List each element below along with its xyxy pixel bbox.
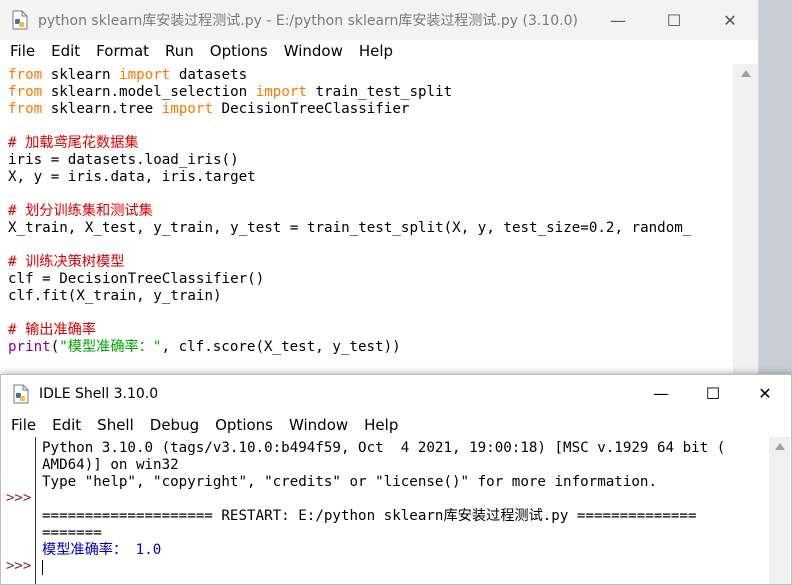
code-token: from — [8, 67, 43, 83]
code-line[interactable]: # 训练决策树模型 — [8, 254, 691, 271]
code-line[interactable] — [8, 305, 691, 322]
code-token: import — [119, 67, 171, 83]
minimize-button[interactable]: — — [635, 374, 687, 412]
close-button[interactable]: ✕ — [702, 0, 758, 40]
code-token: # 训练决策树模型 — [8, 254, 125, 270]
menu-run[interactable]: Run — [157, 40, 202, 62]
shell-line: Python 3.10.0 (tags/v3.10.0:b494f59, Oct… — [42, 440, 726, 456]
code-line[interactable]: clf = DecisionTreeClassifier() — [8, 271, 691, 288]
scroll-up-icon[interactable] — [775, 443, 785, 450]
editor-title: python sklearn库安装过程测试.py - E:/python skl… — [38, 13, 578, 29]
minimize-button[interactable]: — — [590, 0, 646, 40]
maximize-button[interactable]: ☐ — [687, 374, 739, 412]
code-line[interactable] — [8, 186, 691, 203]
maximize-button[interactable]: ☐ — [646, 0, 702, 40]
code-token: ( — [50, 339, 60, 355]
code-token: clf = DecisionTreeClassifier() — [8, 271, 265, 287]
shell-prompt: >>> — [6, 490, 32, 506]
shell-window-controls: — ☐ ✕ — [635, 374, 791, 414]
shell-output[interactable]: >>> >>> Python 3.10.0 (tags/v3.10.0:b494… — [1, 437, 769, 584]
code-token: # 划分训练集和测试集 — [8, 203, 153, 219]
menu-help[interactable]: Help — [351, 40, 401, 62]
code-line[interactable]: # 划分训练集和测试集 — [8, 203, 691, 220]
shell-text[interactable]: Python 3.10.0 (tags/v3.10.0:b494f59, Oct… — [42, 440, 725, 576]
code-line[interactable]: X, y = iris.data, iris.target — [8, 169, 691, 186]
code-line[interactable]: clf.fit(X_train, y_train) — [8, 288, 691, 305]
shell-line: AMD64)] on win32 — [42, 457, 179, 473]
menu-edit[interactable]: Edit — [43, 40, 88, 62]
menu-format[interactable]: Format — [88, 40, 157, 62]
editor-titlebar[interactable]: python sklearn库安装过程测试.py - E:/python skl… — [0, 0, 758, 40]
code-line[interactable] — [8, 237, 691, 254]
code-line[interactable]: # 加载鸢尾花数据集 — [8, 135, 691, 152]
python-file-icon — [10, 10, 30, 30]
gutter-divider — [35, 437, 36, 584]
menu-window[interactable]: Window — [281, 414, 356, 436]
menu-debug[interactable]: Debug — [142, 414, 207, 436]
shell-line: 模型准确率： 1.0 — [42, 542, 162, 558]
close-button[interactable]: ✕ — [739, 374, 791, 412]
prompt-gutter: >>> >>> — [1, 437, 35, 584]
shell-scrollbar[interactable] — [769, 437, 790, 584]
code-token: from — [8, 101, 43, 117]
code-token: , clf.score(X_test, y_test)) — [161, 339, 401, 355]
code-token: from — [8, 84, 43, 100]
code-line[interactable]: # 输出准确率 — [8, 322, 691, 339]
editor-scrollbar[interactable] — [733, 64, 758, 394]
code-token: sklearn — [42, 67, 120, 83]
code-token: iris = datasets.load_iris() — [8, 152, 239, 168]
menu-file[interactable]: File — [2, 40, 43, 62]
shell-titlebar[interactable]: IDLE Shell 3.10.0 — ☐ ✕ — [1, 375, 791, 413]
code-token: sklearn.tree — [42, 101, 162, 117]
code-token: # 加载鸢尾花数据集 — [8, 135, 139, 151]
editor-menubar: File Edit Format Run Options Window Help — [0, 40, 758, 62]
menu-shell[interactable]: Shell — [89, 414, 142, 436]
code-line[interactable] — [8, 118, 691, 135]
menu-help[interactable]: Help — [356, 414, 406, 436]
code-line[interactable]: iris = datasets.load_iris() — [8, 152, 691, 169]
shell-line: ======= — [42, 525, 102, 541]
menu-options[interactable]: Options — [202, 40, 276, 62]
scroll-up-icon[interactable] — [741, 70, 751, 77]
menu-options[interactable]: Options — [207, 414, 281, 436]
code-token: sklearn.model_selection — [42, 84, 256, 100]
code-token: X_train, X_test, y_train, y_test = train… — [8, 220, 692, 236]
code-text[interactable]: from sklearn import datasets from sklearn… — [8, 67, 691, 356]
code-token: clf.fit(X_train, y_train) — [8, 288, 222, 304]
code-token: print — [8, 339, 51, 355]
shell-title: IDLE Shell 3.10.0 — [39, 386, 159, 402]
code-line[interactable]: X_train, X_test, y_train, y_test = train… — [8, 220, 691, 237]
text-cursor — [42, 559, 43, 575]
code-token: datasets — [170, 67, 248, 83]
code-token: train_test_split — [306, 84, 453, 100]
shell-menubar: File Edit Shell Debug Options Window Hel… — [1, 413, 791, 437]
code-token: import — [161, 101, 214, 117]
menu-edit[interactable]: Edit — [44, 414, 89, 436]
code-line[interactable]: from sklearn import datasets — [8, 67, 691, 84]
code-line[interactable]: from sklearn.model_selection import trai… — [8, 84, 691, 101]
code-token: import — [255, 84, 307, 100]
code-line[interactable]: print("模型准确率：", clf.score(X_test, y_test… — [8, 339, 691, 356]
shell-line: ==================== RESTART: E:/python … — [42, 508, 697, 524]
editor-window-controls: — ☐ ✕ — [590, 0, 758, 40]
input-line[interactable] — [42, 559, 725, 576]
code-token: "模型准确率：" — [59, 339, 162, 355]
code-token: # 输出准确率 — [8, 322, 97, 338]
shell-line: Type "help", "copyright", "credits" or "… — [42, 474, 657, 490]
shell-window: IDLE Shell 3.10.0 — ☐ ✕ File Edit Shell … — [0, 374, 792, 585]
python-shell-icon — [11, 384, 31, 404]
shell-prompt: >>> — [6, 558, 32, 574]
menu-file[interactable]: File — [3, 414, 44, 436]
code-line[interactable]: from sklearn.tree import DecisionTreeCla… — [8, 101, 691, 118]
code-token: DecisionTreeClassifier — [213, 101, 410, 117]
menu-window[interactable]: Window — [276, 40, 351, 62]
code-token: X, y = iris.data, iris.target — [8, 169, 256, 185]
